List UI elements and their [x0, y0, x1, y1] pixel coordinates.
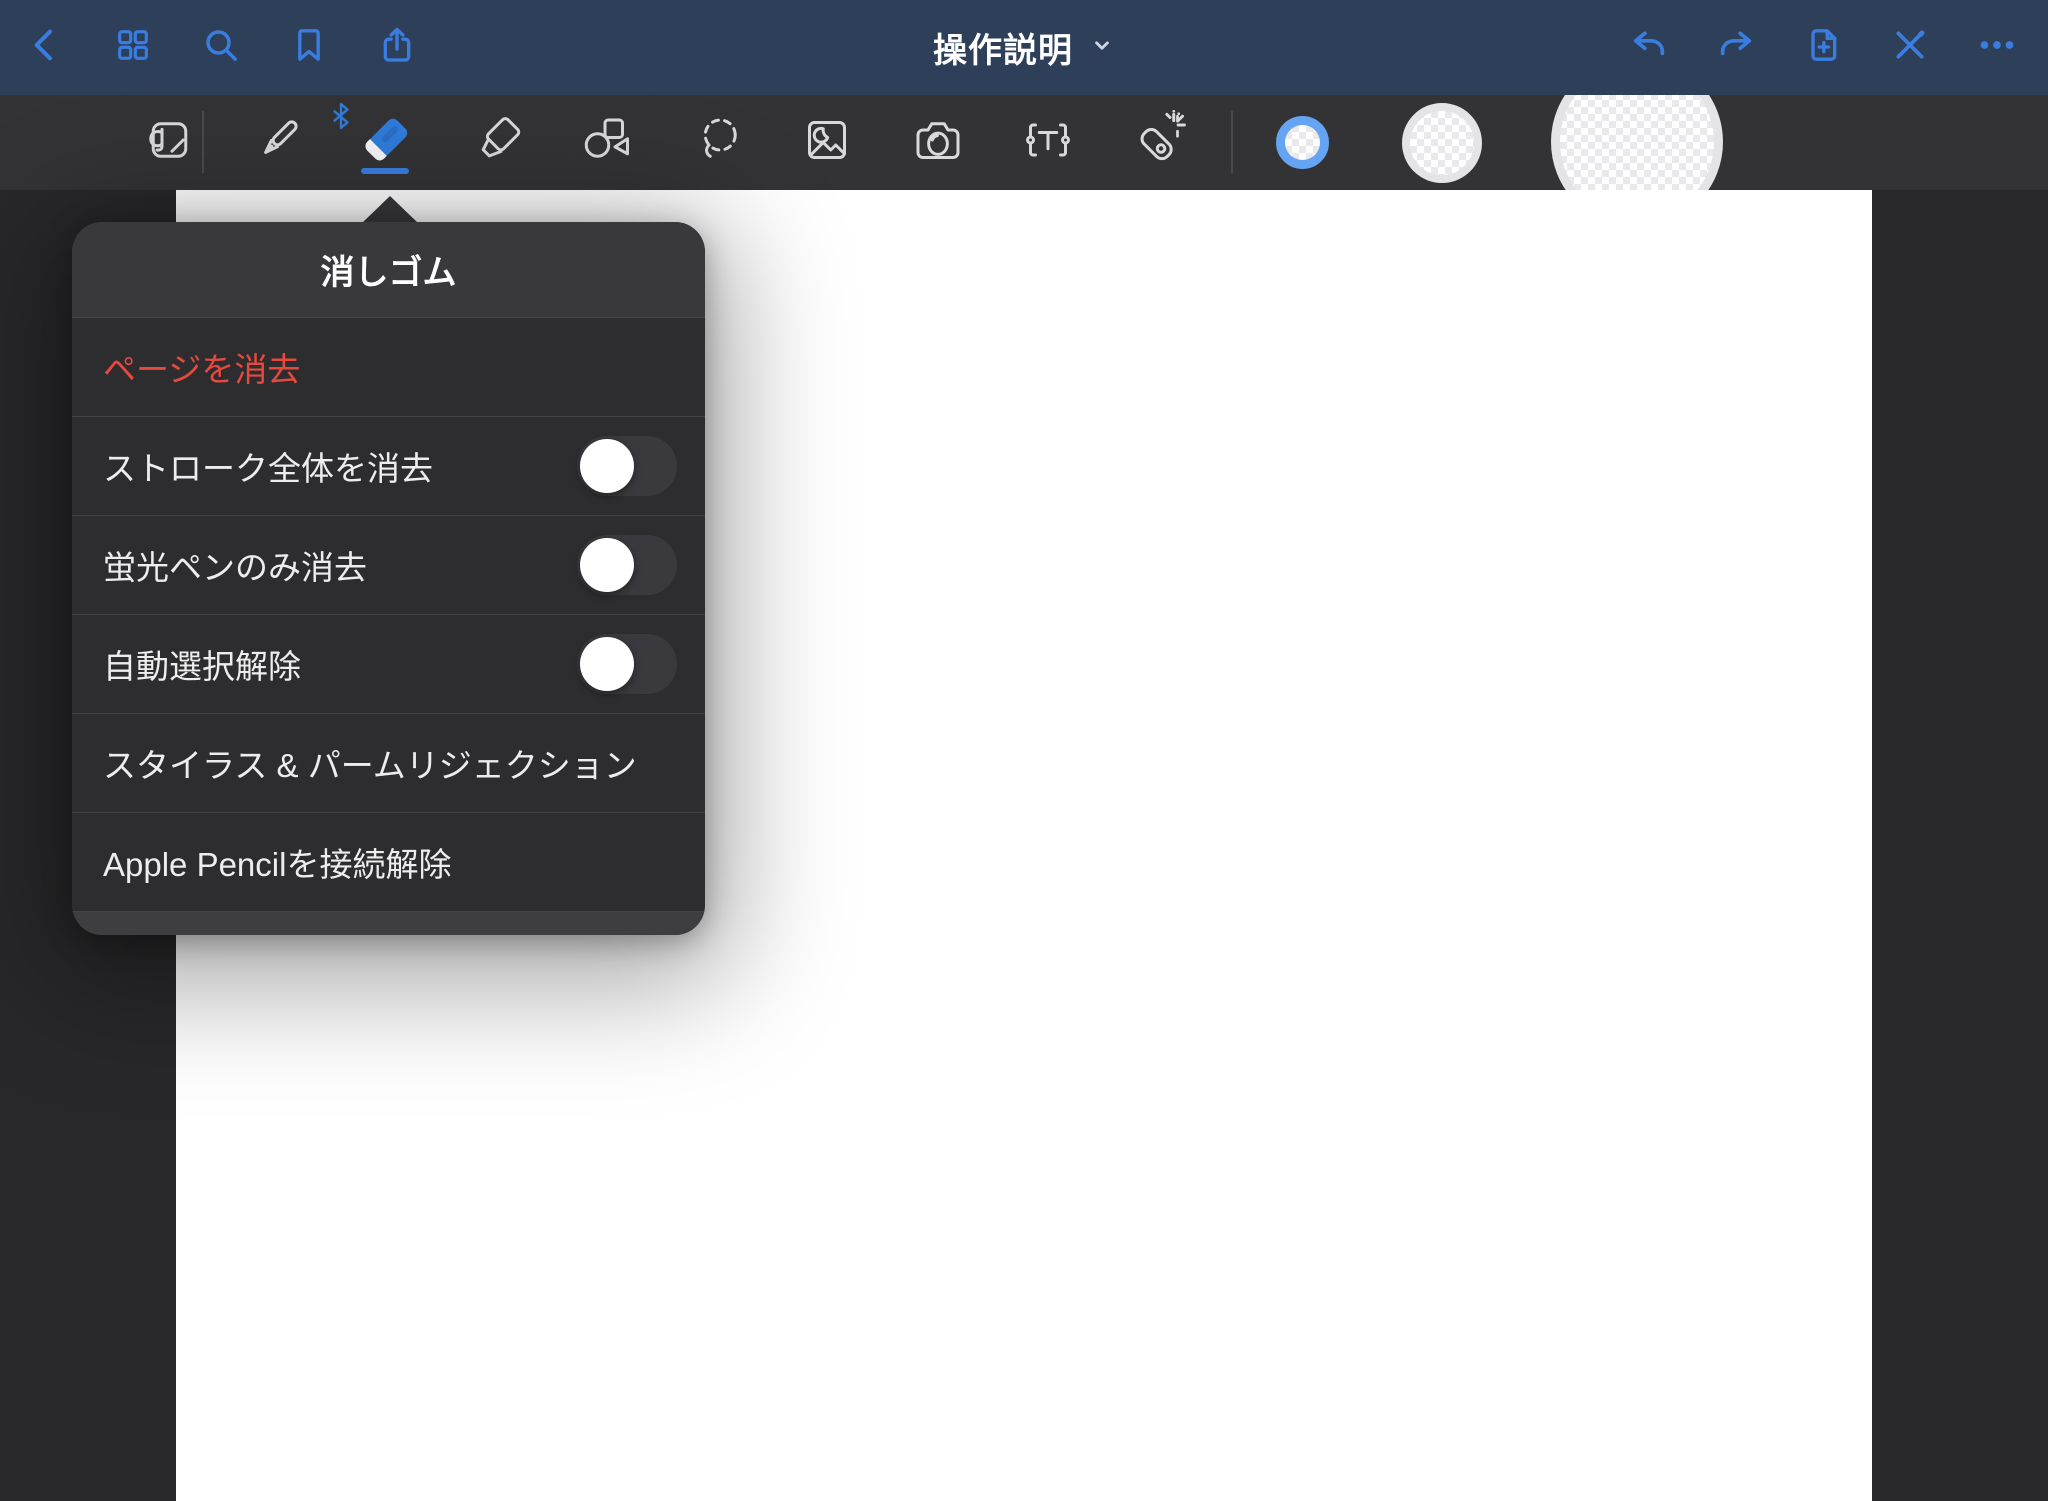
toolbar-separator	[1231, 111, 1233, 173]
popover-title: 消しゴム	[72, 222, 705, 318]
highlighter-tool[interactable]	[468, 110, 532, 174]
menu-item-disconnect-apple-pencil[interactable]: Apple Pencilを接続解除	[72, 813, 705, 912]
eraser-selected-indicator	[361, 168, 409, 174]
camera-tool[interactable]	[906, 110, 970, 174]
fountain-pen-icon	[248, 110, 308, 175]
auto-deselect-toggle[interactable]	[577, 634, 677, 694]
menu-item-label: Apple Pencilを接続解除	[103, 838, 677, 886]
pen-disable-button[interactable]	[1888, 26, 1932, 70]
toolbar-separator	[202, 111, 204, 173]
eraser-size-large[interactable]	[1551, 95, 1723, 190]
back-chevron-icon	[25, 25, 65, 70]
bookmark-icon	[289, 25, 329, 70]
camera-icon	[908, 110, 968, 175]
menu-item-label: ストローク全体を消去	[103, 442, 577, 490]
drawing-toolbar	[0, 95, 2048, 190]
toggle-knob	[580, 637, 634, 691]
search-icon	[201, 25, 241, 70]
toggle-knob	[580, 439, 634, 493]
eraser-icon	[355, 110, 415, 175]
more-ellipsis-icon	[1977, 25, 2017, 70]
shapes-icon	[575, 110, 635, 175]
shapes-tool[interactable]	[573, 110, 637, 174]
erase-highlighter-only-toggle[interactable]	[577, 535, 677, 595]
menu-item-label: スタイラス & パームリジェクション	[103, 739, 677, 787]
laser-pointer-icon	[1130, 110, 1190, 175]
top-navigation-bar: 操作説明	[0, 0, 2048, 95]
page-grid-icon	[113, 25, 153, 70]
text-tool[interactable]	[1016, 110, 1080, 174]
image-icon	[797, 110, 857, 175]
zoom-window-icon	[137, 110, 197, 175]
add-page-icon	[1803, 25, 1843, 70]
menu-item-auto-deselect[interactable]: 自動選択解除	[72, 615, 705, 714]
back-button[interactable]	[23, 26, 67, 70]
bookmark-button[interactable]	[287, 26, 331, 70]
erase-entire-stroke-toggle[interactable]	[577, 436, 677, 496]
image-tool[interactable]	[795, 110, 859, 174]
menu-item-stylus-palm-rejection[interactable]: スタイラス & パームリジェクション	[72, 714, 705, 813]
page-title: 操作説明	[933, 23, 1073, 72]
share-button[interactable]	[375, 26, 419, 70]
redo-icon	[1716, 25, 1756, 70]
bluetooth-icon	[330, 101, 352, 131]
pen-disable-icon	[1890, 25, 1930, 70]
eraser-size-medium[interactable]	[1402, 103, 1482, 183]
topbar-right-group	[1627, 26, 2048, 70]
text-icon	[1018, 110, 1078, 175]
zoom-window-tool[interactable]	[135, 110, 199, 174]
undo-icon	[1629, 25, 1669, 70]
redo-button[interactable]	[1714, 26, 1758, 70]
menu-item-label: ページを消去	[103, 343, 677, 391]
menu-item-erase-page[interactable]: ページを消去	[72, 318, 705, 417]
menu-item-label: 自動選択解除	[103, 640, 577, 688]
eraser-tool[interactable]	[353, 110, 417, 174]
thumbnails-button[interactable]	[111, 26, 155, 70]
search-button[interactable]	[199, 26, 243, 70]
laser-pointer-tool[interactable]	[1128, 110, 1192, 174]
highlighter-icon	[470, 110, 530, 175]
eraser-options-popover: 消しゴム ページを消去 ストローク全体を消去 蛍光ペンのみ消去 自動選択解除 ス…	[72, 222, 705, 935]
eraser-size-small-selected[interactable]	[1276, 116, 1329, 169]
popover-footer	[72, 912, 705, 935]
menu-item-label: 蛍光ペンのみ消去	[103, 541, 577, 589]
menu-item-erase-entire-stroke[interactable]: ストローク全体を消去	[72, 417, 705, 516]
more-button[interactable]	[1975, 26, 2019, 70]
share-icon	[377, 25, 417, 70]
toggle-knob	[580, 538, 634, 592]
topbar-left-group	[0, 26, 419, 70]
menu-item-erase-highlighter-only[interactable]: 蛍光ペンのみ消去	[72, 516, 705, 615]
fountain-pen-tool[interactable]	[246, 110, 310, 174]
lasso-tool[interactable]	[687, 110, 751, 174]
add-page-button[interactable]	[1801, 26, 1845, 70]
chevron-down-icon	[1089, 32, 1115, 63]
undo-button[interactable]	[1627, 26, 1671, 70]
lasso-icon	[689, 110, 749, 175]
document-title-button[interactable]: 操作説明	[933, 0, 1115, 95]
